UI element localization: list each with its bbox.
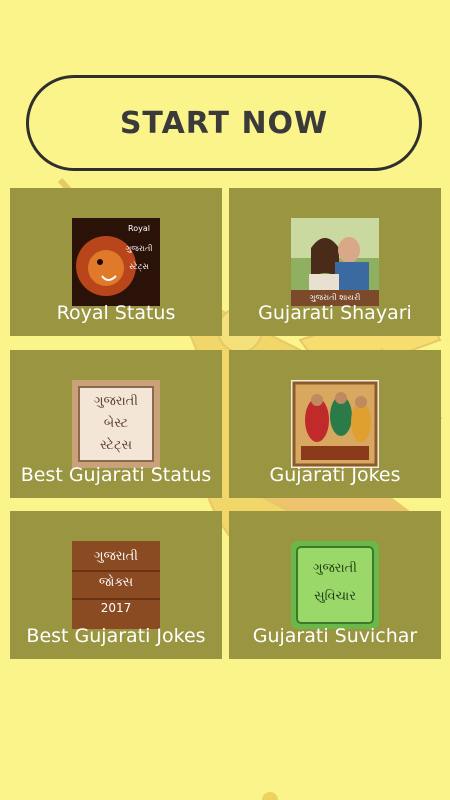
thumb-text: Royal: [128, 224, 150, 233]
thumb-text: 2017: [100, 601, 132, 615]
tile-label: Gujarati Suvichar: [252, 625, 418, 647]
wood-board-icon: ગુજરાતી જોક્સ 2017: [72, 541, 160, 629]
tile-best-gujarati-jokes[interactable]: ગુજરાતી જોક્સ 2017 Best Gujarati Jokes: [10, 511, 222, 659]
thumb-text: ગુજરાતી: [93, 549, 139, 564]
thumb-text: ગુજરાતી: [93, 394, 139, 409]
thumb-text: ગુજરાતી: [125, 244, 153, 253]
tile-royal-status[interactable]: Royal ગુજરાતી સ્ટેટ્સ Royal Status: [10, 188, 222, 336]
tile-label: Gujarati Jokes: [269, 464, 401, 486]
thumb-text: જોક્સ: [98, 575, 134, 590]
tile-gujarati-suvichar[interactable]: ગુજરાતી સુવિચાર Gujarati Suvichar: [229, 511, 441, 659]
thumb-text: સ્ટેટ્સ: [99, 438, 133, 453]
tile-label: Best Gujarati Status: [20, 464, 212, 486]
lion-icon: Royal ગુજરાતી સ્ટેટ્સ: [72, 218, 160, 306]
tile-gujarati-shayari[interactable]: ગુજરાતી શાયરી Gujarati Shayari: [229, 188, 441, 336]
tile-label: Gujarati Shayari: [258, 302, 412, 324]
tile-label: Best Gujarati Jokes: [26, 625, 206, 647]
tile-label: Royal Status: [56, 302, 176, 324]
start-now-button[interactable]: START NOW: [26, 75, 422, 171]
thumb-text: બેસ્ટ: [103, 416, 129, 431]
couple-photo-icon: ગુજરાતી શાયરી: [291, 218, 379, 306]
tile-gujarati-jokes[interactable]: Gujarati Jokes: [229, 350, 441, 498]
start-now-label: START NOW: [119, 105, 329, 141]
thumb-text: સ્ટેટ્સ: [129, 262, 149, 271]
green-frame-icon: ગુજરાતી સુવિચાર: [291, 541, 379, 629]
tile-best-gujarati-status[interactable]: ગુજરાતી બેસ્ટ સ્ટેટ્સ Best Gujarati Stat…: [10, 350, 222, 498]
thumb-text: સુવિચાર: [314, 589, 356, 604]
thumb-text: ગુજરાતી: [312, 561, 358, 576]
framed-text-icon: ગુજરાતી બેસ્ટ સ્ટેટ્સ: [72, 380, 160, 468]
painting-icon: [291, 380, 379, 468]
